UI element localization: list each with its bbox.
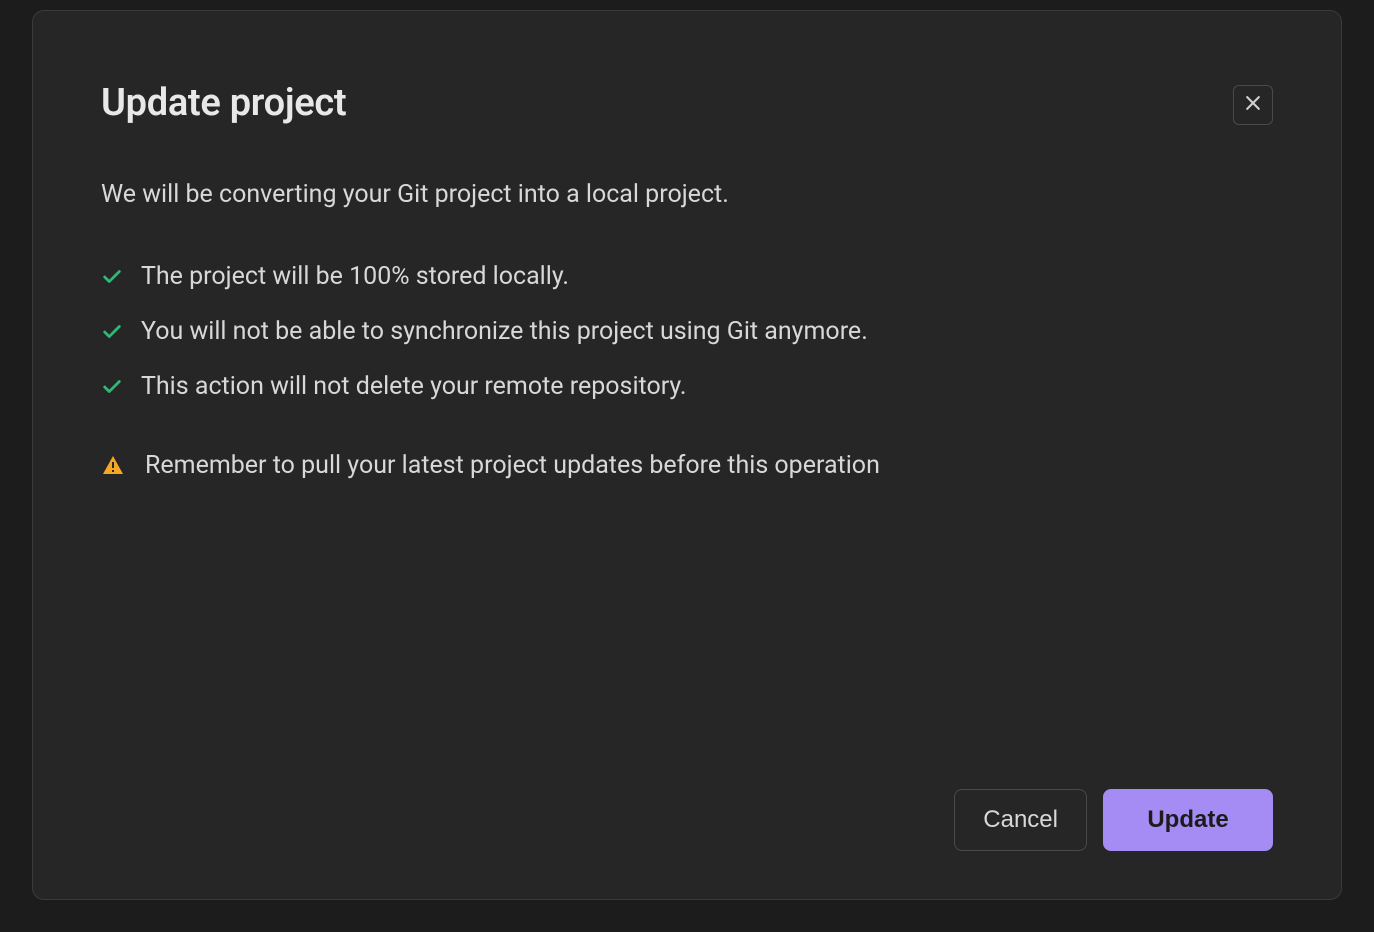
dialog-header: Update project — [101, 81, 1273, 125]
check-icon — [101, 321, 123, 343]
check-text: You will not be able to synchronize this… — [141, 317, 868, 346]
spacer — [101, 480, 1273, 789]
check-icon — [101, 376, 123, 398]
dialog-title: Update project — [101, 81, 346, 125]
warning-icon — [101, 454, 125, 478]
check-item: You will not be able to synchronize this… — [101, 317, 1273, 346]
check-text: This action will not delete your remote … — [141, 372, 687, 401]
dialog-footer: Cancel Update — [101, 789, 1273, 851]
checklist: The project will be 100% stored locally.… — [101, 262, 1273, 401]
warning-row: Remember to pull your latest project upd… — [101, 451, 1273, 480]
check-text: The project will be 100% stored locally. — [141, 262, 569, 291]
warning-text: Remember to pull your latest project upd… — [145, 451, 880, 480]
cancel-button[interactable]: Cancel — [954, 789, 1087, 851]
check-item: This action will not delete your remote … — [101, 372, 1273, 401]
update-button[interactable]: Update — [1103, 789, 1273, 851]
dialog-description: We will be converting your Git project i… — [101, 177, 1273, 212]
check-item: The project will be 100% stored locally. — [101, 262, 1273, 291]
close-button[interactable] — [1233, 85, 1273, 125]
close-icon — [1243, 93, 1263, 117]
update-project-dialog: Update project We will be converting you… — [32, 10, 1342, 900]
check-icon — [101, 266, 123, 288]
